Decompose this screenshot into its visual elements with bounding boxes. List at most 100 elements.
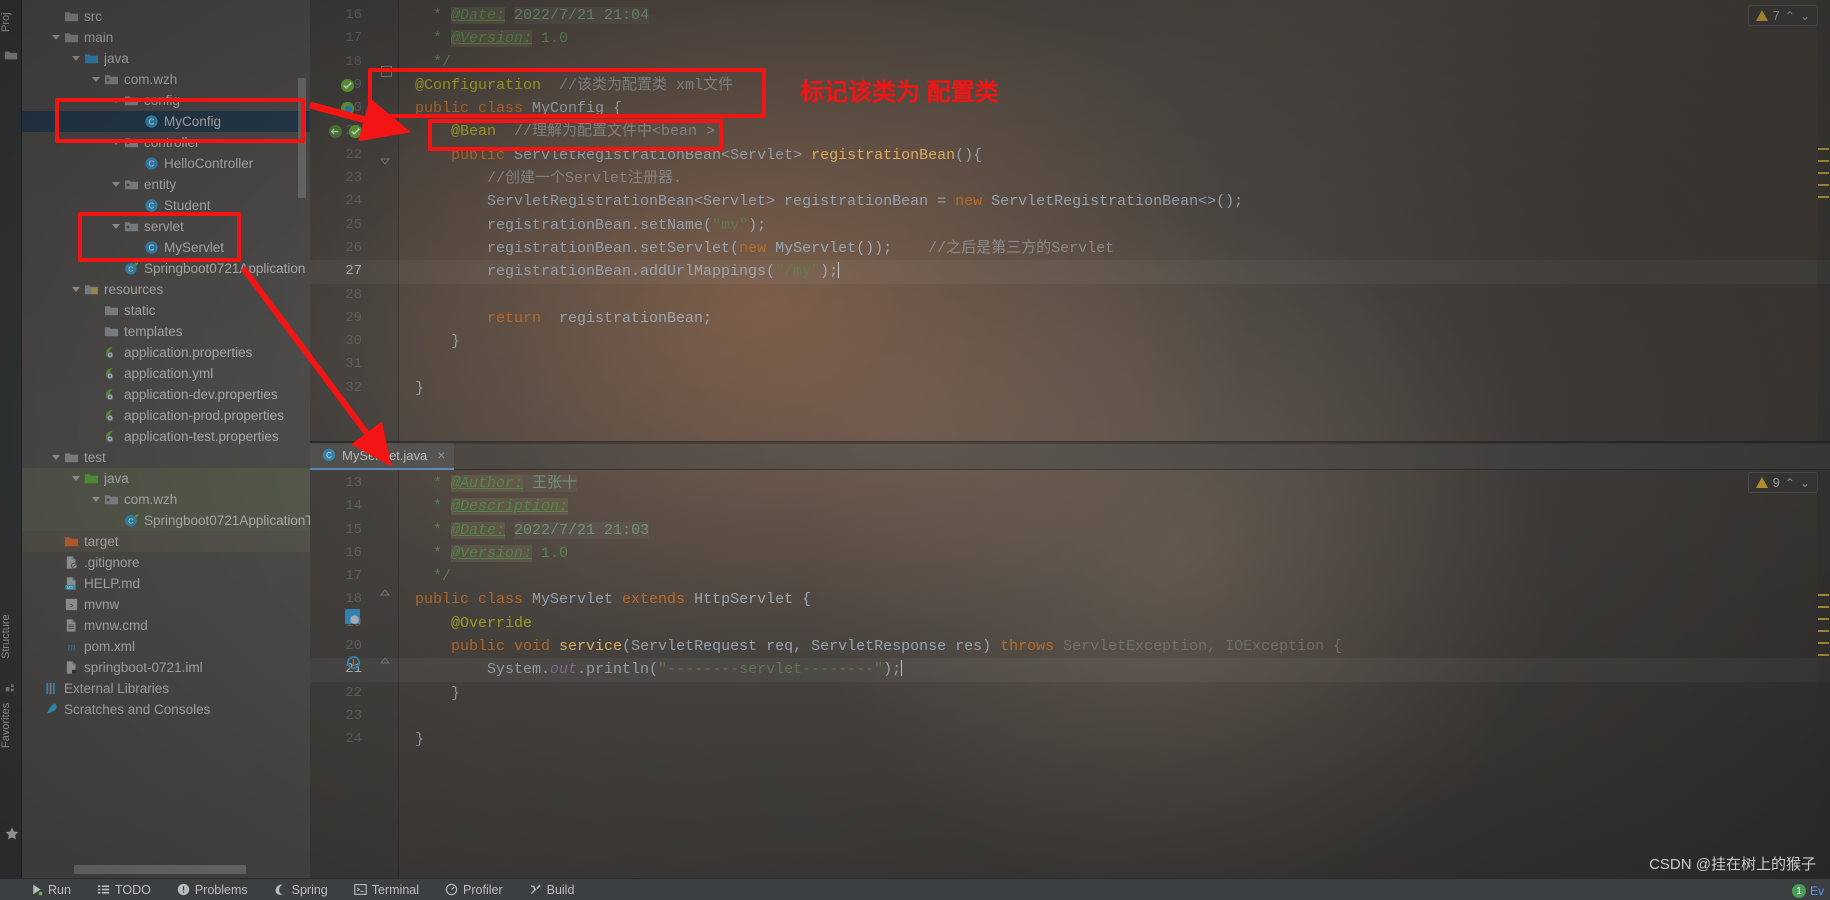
code-area-myconfig[interactable]: 16 * @Date: 2022/7/21 21:04 17 * @Version… <box>310 0 1830 443</box>
code-line[interactable]: 26 registrationBean.setServlet(new MySer… <box>310 237 1830 260</box>
code-line[interactable]: 23 //创建一个Servlet注册器. <box>310 167 1830 190</box>
tree-item-src[interactable]: src <box>22 6 310 27</box>
code-line[interactable]: 27 registrationBean.addUrlMappings("/my"… <box>310 260 1830 284</box>
chevron-down-icon[interactable] <box>50 451 63 464</box>
spring-bean-method-gutter-icon[interactable] <box>348 124 363 139</box>
tool-window-bar[interactable]: Run TODO Problems Spring Terminal Profiler Bui… <box>0 878 1830 900</box>
marker-warning[interactable] <box>1818 606 1829 608</box>
tool-button-project[interactable]: Proj <box>0 2 22 42</box>
marker-warning[interactable] <box>1818 630 1829 632</box>
tree-item-target[interactable]: target <box>22 531 310 552</box>
code-line[interactable]: 21 System.out.println("--------servlet--… <box>310 658 1830 682</box>
overriding-method-gutter-icon[interactable] <box>346 655 361 670</box>
implementing-method-gutter-icon[interactable] <box>328 124 343 139</box>
tool-button-favorites[interactable]: Favorites <box>0 690 22 760</box>
tree-item-help-md[interactable]: MD HELP.md <box>22 573 310 594</box>
tool-window-button-build[interactable]: Build <box>516 883 588 897</box>
marker-warning[interactable] <box>1818 654 1829 656</box>
code-line[interactable]: 15 * @Date: 2022/7/21 21:03 <box>310 519 1830 542</box>
tool-window-button-terminal[interactable]: Terminal <box>341 883 432 897</box>
code-line[interactable]: 17 * @Version: 1.0 <box>310 27 1830 50</box>
code-line[interactable]: 25 registrationBean.setName("my"); <box>310 214 1830 237</box>
tree-item-application-prod-properties[interactable]: application-prod.properties <box>22 405 310 426</box>
prev-problem-icon[interactable]: ⌃ <box>1785 9 1795 23</box>
chevron-down-icon[interactable] <box>50 31 63 44</box>
code-line[interactable]: 29 return registrationBean; <box>310 307 1830 330</box>
marker-bar-top[interactable] <box>1817 0 1830 443</box>
marker-warning[interactable] <box>1818 196 1829 198</box>
marker-warning[interactable] <box>1818 618 1829 620</box>
chevron-down-icon[interactable] <box>110 178 123 191</box>
tree-item-springboot-0721-iml[interactable]: springboot-0721.iml <box>22 657 310 678</box>
tool-window-button-profiler[interactable]: Profiler <box>432 883 516 897</box>
tree-item-mvnw-cmd[interactable]: mvnw.cmd <box>22 615 310 636</box>
tree-item-hellocontroller[interactable]: C HelloController <box>22 153 310 174</box>
tree-item-application-test-properties[interactable]: application-test.properties <box>22 426 310 447</box>
tree-item-com-wzh[interactable]: com.wzh <box>22 489 310 510</box>
code-line[interactable]: 23 <box>310 705 1830 728</box>
chevron-down-icon[interactable] <box>70 283 83 296</box>
chevron-down-icon[interactable] <box>90 73 103 86</box>
code-line[interactable]: 16 * @Date: 2022/7/21 21:04 <box>310 4 1830 27</box>
servlet-gutter-icon[interactable] <box>344 608 361 625</box>
code-line[interactable]: 19 @Override <box>310 612 1830 635</box>
spring-config-gutter-icon[interactable] <box>340 101 355 116</box>
tool-window-button-spring[interactable]: Spring <box>261 883 341 897</box>
code-area-myservlet[interactable]: 13 * @Author: 王张十 14 * @Description: 15 * … <box>310 470 1830 878</box>
next-problem-icon[interactable]: ⌄ <box>1800 476 1810 490</box>
code-line[interactable]: 17 */ <box>310 565 1830 588</box>
editor-myservlet[interactable]: C MyServlet.java × 13 * @Author: 王张十 14 *… <box>310 442 1830 878</box>
tool-window-button-run[interactable]: Run <box>0 883 84 897</box>
marker-warning[interactable] <box>1818 594 1829 596</box>
code-line[interactable]: 24} <box>310 728 1830 751</box>
code-line[interactable]: 22 } <box>310 682 1830 705</box>
tool-button-structure[interactable]: Structure <box>0 600 22 674</box>
marker-warning[interactable] <box>1818 172 1829 174</box>
tree-item-test[interactable]: test <box>22 447 310 468</box>
fold-marker-javadoc[interactable] <box>378 588 392 602</box>
star-icon[interactable] <box>4 826 20 842</box>
code-line[interactable]: 24 ServletRegistrationBean<Servlet> regi… <box>310 190 1830 213</box>
tool-window-button-problems[interactable]: Problems <box>164 883 261 897</box>
tree-item-pom-xml[interactable]: m pom.xml <box>22 636 310 657</box>
tree-item-application-dev-properties[interactable]: application-dev.properties <box>22 384 310 405</box>
marker-warning[interactable] <box>1818 148 1829 150</box>
tree-item-application-properties[interactable]: application.properties <box>22 342 310 363</box>
close-icon[interactable]: × <box>437 447 445 463</box>
tree-item-mvnw[interactable]: > mvnw <box>22 594 310 615</box>
code-line[interactable]: 30 } <box>310 330 1830 353</box>
event-log-indicator[interactable]: 1 Ev <box>1791 884 1824 898</box>
code-lines-bottom[interactable]: 13 * @Author: 王张十 14 * @Description: 15 * … <box>310 472 1830 752</box>
marker-warning[interactable] <box>1818 642 1829 644</box>
editor-tab-strip[interactable]: C MyServlet.java × <box>310 442 1830 470</box>
marker-bar-bottom[interactable] <box>1817 470 1830 878</box>
tree-item-com-wzh[interactable]: com.wzh <box>22 69 310 90</box>
chevron-down-icon[interactable] <box>70 52 83 65</box>
prev-problem-icon[interactable]: ⌃ <box>1785 476 1795 490</box>
chevron-down-icon[interactable] <box>90 493 103 506</box>
tree-item-java[interactable]: java <box>22 468 310 489</box>
marker-warning[interactable] <box>1818 184 1829 186</box>
next-problem-icon[interactable]: ⌄ <box>1800 9 1810 23</box>
code-line[interactable]: 20 public void service(ServletRequest re… <box>310 635 1830 658</box>
code-line[interactable]: 32} <box>310 377 1830 400</box>
chevron-down-icon[interactable] <box>70 472 83 485</box>
tree-item-scratches-and-consoles[interactable]: Scratches and Consoles <box>22 699 310 720</box>
tree-item-entity[interactable]: entity <box>22 174 310 195</box>
code-line[interactable]: 16 * @Version: 1.0 <box>310 542 1830 565</box>
inspection-widget-top[interactable]: 7 ⌃ ⌄ <box>1747 5 1818 26</box>
code-line[interactable]: 18 public class MyServlet extends HttpSer… <box>310 588 1830 611</box>
tree-item-application-yml[interactable]: application.yml <box>22 363 310 384</box>
tool-window-button-todo[interactable]: TODO <box>84 883 164 897</box>
tab-myservlet-java[interactable]: C MyServlet.java × <box>310 442 455 470</box>
tree-item-java[interactable]: java <box>22 48 310 69</box>
tree-item-external-libraries[interactable]: External Libraries <box>22 678 310 699</box>
fold-marker-region[interactable] <box>378 150 392 166</box>
fold-marker-method[interactable] <box>378 656 392 670</box>
spring-bean-gutter-icon[interactable] <box>340 78 355 93</box>
code-lines-top[interactable]: 16 * @Date: 2022/7/21 21:04 17 * @Version… <box>310 4 1830 400</box>
tree-item-static[interactable]: static <box>22 300 310 321</box>
code-line[interactable]: 31 <box>310 353 1830 376</box>
tree-item-templates[interactable]: templates <box>22 321 310 342</box>
marker-warning[interactable] <box>1818 160 1829 162</box>
